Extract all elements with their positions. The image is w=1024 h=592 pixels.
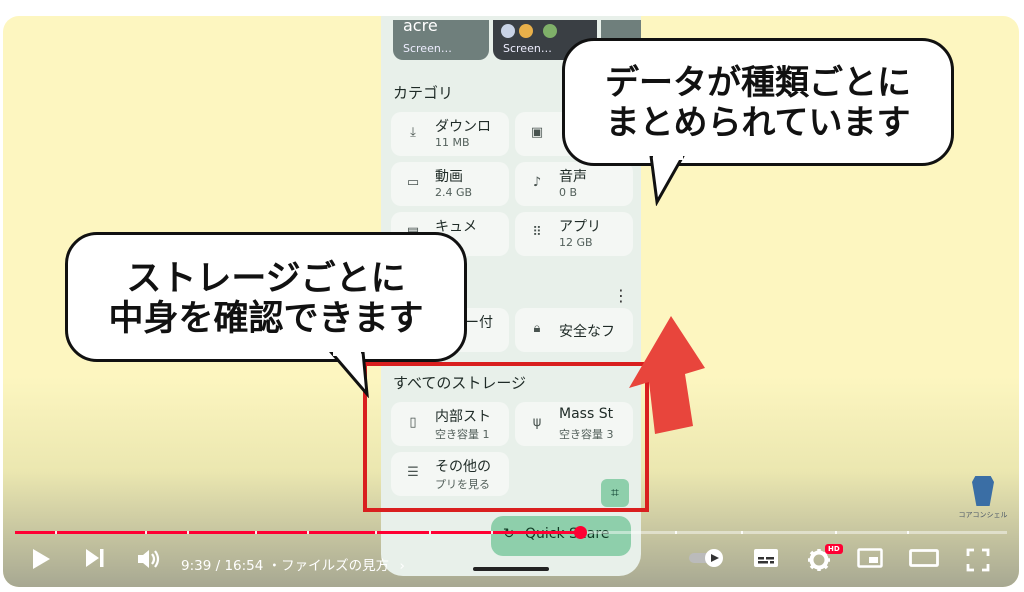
quick-share-icon: ↻ (503, 526, 515, 542)
thumbnail-label: Screen… (503, 42, 552, 55)
miniplayer-icon (857, 548, 883, 568)
bubble-tail (649, 156, 685, 206)
play-button[interactable] (27, 548, 55, 576)
volume-icon (138, 550, 160, 568)
music-icon: ♪ (532, 175, 542, 190)
play-icon (33, 549, 50, 569)
time-current-total: 9:39 / 16:54 (181, 558, 264, 574)
time-display[interactable]: 9:39 / 16:54 ・ファイルズの見方 › (181, 554, 405, 574)
fullscreen-icon (966, 548, 990, 572)
chapter-marker (307, 531, 309, 534)
chapter-marker (375, 531, 377, 534)
miniplayer-button[interactable] (855, 548, 885, 576)
thumbnail-label: Screen… (403, 42, 452, 55)
app-icon (501, 24, 515, 38)
chapter-marker (835, 531, 837, 534)
app-icon (519, 24, 533, 38)
next-icon (86, 549, 104, 567)
theater-mode-button[interactable] (907, 548, 941, 576)
app-icon (543, 24, 557, 38)
volume-button[interactable] (135, 548, 163, 576)
category-section-title: カテゴリ (393, 84, 454, 102)
progress-bar[interactable] (15, 526, 1007, 539)
lock-icon: 🔒︎ (533, 321, 541, 336)
recent-thumbnail: acre Screen… (393, 18, 489, 60)
category-downloads: ⤓ ダウンロ 11 MB (391, 112, 509, 156)
bubble-tail (329, 352, 369, 398)
more-options-icon: ⋮ (613, 286, 629, 305)
chapter-marker (491, 531, 493, 534)
category-videos: ▭ 動画 2.4 GB (391, 162, 509, 206)
gesture-handle (473, 567, 549, 571)
chapter-marker (741, 531, 743, 534)
hd-badge: HD (825, 544, 843, 554)
apps-grid-icon: ⠿ (532, 225, 542, 240)
chapter-marker (187, 531, 189, 534)
chapter-marker (675, 531, 677, 534)
category-apps: ⠿ アプリ 12 GB (515, 212, 633, 256)
chapter-marker (255, 531, 257, 534)
speech-bubble-top: データが種類ごとに まとめられています (562, 38, 954, 166)
chapter-marker (55, 531, 57, 534)
channel-watermark: コアコンシェル (953, 476, 1013, 520)
autoplay-toggle[interactable] (687, 548, 727, 576)
red-arrow-icon (629, 316, 705, 434)
brand-logo-icon (972, 476, 994, 506)
chapter-marker (429, 531, 431, 534)
chevron-right-icon: › (399, 558, 405, 574)
video-frame[interactable]: acre Screen… Screen… カテゴリ ⤓ ダウンロ 11 MB ▣… (3, 16, 1019, 587)
progress-fill (15, 531, 581, 534)
download-icon: ⤓ (410, 125, 416, 140)
chapter-marker (145, 531, 147, 534)
chapter-marker (907, 531, 909, 534)
image-icon: ▣ (530, 125, 544, 140)
quick-share-button: ↻ Quick Share (491, 516, 631, 556)
next-button[interactable] (81, 548, 109, 576)
video-icon: ▭ (406, 175, 420, 190)
chapter-title: ・ファイルズの見方 (267, 558, 390, 574)
category-audio: ♪ 音声 0 B (515, 162, 633, 206)
theater-icon (909, 549, 939, 567)
subtitles-icon (754, 549, 778, 567)
autoplay-icon (689, 549, 723, 567)
fullscreen-button[interactable] (963, 548, 993, 576)
speech-bubble-left: ストレージごとに 中身を確認できます (65, 232, 467, 362)
subtitles-button[interactable] (751, 548, 781, 576)
